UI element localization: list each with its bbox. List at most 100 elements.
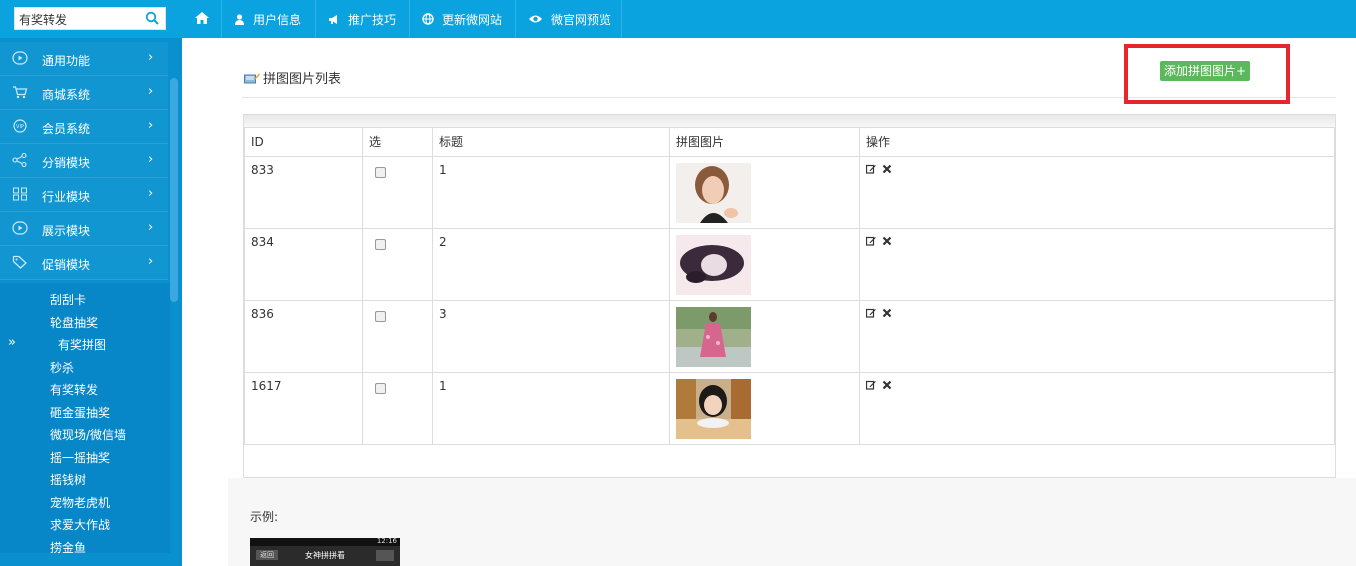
sidebar-item-label: 商城系统 [42, 88, 91, 102]
puzzle-thumbnail[interactable] [676, 163, 751, 223]
row-checkbox[interactable] [375, 167, 386, 178]
search-input[interactable]: 有奖转发 [14, 7, 166, 30]
submenu-item-puzzle[interactable]: » 有奖拼图 [0, 332, 168, 355]
cell-id: 834 [244, 228, 363, 301]
submenu-label: 摇一摇抽奖 [50, 450, 111, 465]
tag-icon [12, 255, 28, 272]
cell-select [362, 156, 433, 229]
puzzle-table-container: ID 选 标题 拼图图片 操作 833 1 834 2 836 3 1617 1 [243, 114, 1336, 478]
chevron-right-icon: › [148, 50, 154, 65]
submenu-label: 有奖拼图 [58, 338, 107, 352]
submenu-label: 宠物老虎机 [50, 495, 111, 510]
submenu-item-pet-slot[interactable]: 宠物老虎机 [0, 490, 168, 513]
active-marker-icon: » [8, 335, 16, 350]
table-row: 836 3 [244, 300, 1335, 373]
cell-id: 833 [244, 156, 363, 229]
puzzle-thumbnail[interactable] [676, 235, 751, 295]
row-checkbox[interactable] [375, 239, 386, 250]
share-icon [12, 152, 28, 170]
column-header-select: 选 [362, 127, 433, 157]
sidebar-item-member[interactable]: VIP 会员系统 › [0, 110, 168, 144]
submenu-label: 求爱大作战 [50, 518, 111, 532]
svg-text:VIP: VIP [16, 124, 24, 130]
cell-title: 1 [432, 156, 670, 229]
nav-user-info-label: 用户信息 [253, 12, 302, 27]
edit-icon[interactable] [865, 163, 876, 177]
puzzle-table: ID 选 标题 拼图图片 操作 833 1 834 2 836 3 1617 1 [244, 127, 1335, 445]
phone-title-bar: 返回 女神拼拼看 [250, 546, 400, 566]
eye-icon [528, 14, 543, 24]
phone-back-button: 返回 [256, 550, 278, 560]
cell-actions [859, 300, 1335, 373]
sidebar-item-display[interactable]: 展示模块 › [0, 212, 168, 246]
sidebar-item-distribution[interactable]: 分销模块 › [0, 144, 168, 178]
cell-actions [859, 156, 1335, 229]
submenu-label: 轮盘抽奖 [50, 315, 99, 330]
cell-title: 2 [432, 228, 670, 301]
submenu-item-share-reward[interactable]: 有奖转发 [0, 377, 168, 400]
main-content: 拼图图片列表 添加拼图图片+ ID 选 标题 拼图图片 操作 833 1 834… [228, 38, 1356, 566]
sidebar-item-mall[interactable]: 商城系统 › [0, 76, 168, 110]
cell-actions [859, 228, 1335, 301]
submenu-item-money-tree[interactable]: 摇钱树 [0, 467, 168, 490]
puzzle-thumbnail[interactable] [676, 379, 751, 439]
edit-icon[interactable] [865, 379, 876, 393]
nav-home[interactable] [182, 0, 222, 38]
cell-select [362, 300, 433, 373]
example-label: 示例: [250, 510, 279, 524]
play-circle-icon [12, 51, 28, 68]
sidebar-item-industry[interactable]: 行业模块 › [0, 178, 168, 212]
column-header-title: 标题 [432, 127, 670, 157]
cart-icon [12, 85, 28, 102]
search-value: 有奖转发 [19, 13, 68, 27]
sidebar-item-promotion[interactable]: 促销模块 › [0, 246, 168, 280]
sidebar-item-label: 会员系统 [42, 122, 91, 136]
chevron-right-icon: › [148, 152, 154, 167]
submenu-label: 砸金蛋抽奖 [50, 405, 111, 420]
cell-id: 836 [244, 300, 363, 373]
nav-update-site-label: 更新微网站 [442, 12, 503, 27]
submenu-label: 有奖转发 [50, 383, 99, 397]
submenu-item-golden-egg[interactable]: 砸金蛋抽奖 [0, 400, 168, 423]
user-icon [234, 13, 245, 25]
megaphone-icon [328, 14, 340, 25]
sidebar-item-general[interactable]: 通用功能 › [0, 42, 168, 76]
vip-icon: VIP [12, 119, 28, 136]
delete-icon[interactable] [882, 163, 892, 177]
cell-select [362, 228, 433, 301]
nav-user-info[interactable]: 用户信息 [222, 0, 316, 38]
nav-promo-tips[interactable]: 推广技巧 [316, 0, 410, 38]
submenu-item-flash-sale[interactable]: 秒杀 [0, 355, 168, 378]
delete-icon[interactable] [882, 379, 892, 393]
cell-title: 3 [432, 300, 670, 373]
chevron-right-icon: › [148, 186, 154, 201]
grid-icon [12, 187, 28, 204]
search-icon[interactable] [145, 11, 159, 28]
page-title-text: 拼图图片列表 [263, 72, 342, 87]
cell-image [669, 228, 860, 301]
chevron-right-icon: › [148, 118, 154, 133]
nav-site-preview[interactable]: 微官网预览 [516, 0, 622, 38]
cell-title: 1 [432, 372, 670, 445]
submenu-item-wechat-wall[interactable]: 微现场/微信墙 [0, 422, 168, 445]
edit-icon[interactable] [865, 307, 876, 321]
share-icon [376, 550, 394, 561]
delete-icon[interactable] [882, 235, 892, 249]
submenu-item-goldfish[interactable]: 捞金鱼 [0, 535, 168, 558]
row-checkbox[interactable] [375, 311, 386, 322]
sidebar-scrollbar[interactable] [170, 78, 178, 302]
submenu-item-shake-lottery[interactable]: 摇一摇抽奖 [0, 445, 168, 468]
submenu-item-wheel-lottery[interactable]: 轮盘抽奖 [0, 310, 168, 333]
submenu-item-scratch-card[interactable]: 刮刮卡 [0, 287, 168, 310]
play-circle-icon [12, 221, 28, 238]
puzzle-thumbnail[interactable] [676, 307, 751, 367]
cell-select [362, 372, 433, 445]
edit-icon[interactable] [865, 235, 876, 249]
delete-icon[interactable] [882, 307, 892, 321]
phone-time: 12:16 [376, 537, 397, 545]
row-checkbox[interactable] [375, 383, 386, 394]
add-puzzle-image-button[interactable]: 添加拼图图片+ [1160, 61, 1251, 81]
sidebar: 通用功能 › 商城系统 › VIP 会员系统 › 分销模块 › 行业模块 › 展… [0, 38, 182, 566]
submenu-item-love-battle[interactable]: 求爱大作战 [0, 512, 168, 535]
nav-update-site[interactable]: 更新微网站 [410, 0, 516, 38]
